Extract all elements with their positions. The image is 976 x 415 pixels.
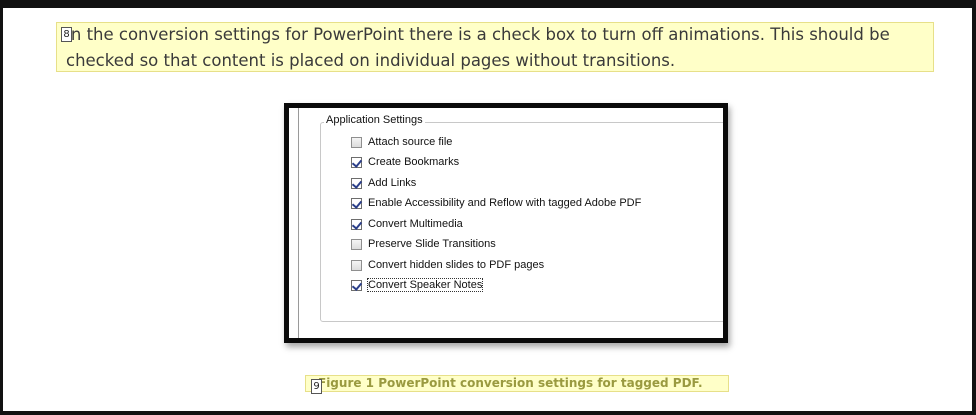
option-label: Add Links [368, 177, 417, 189]
option-attach-source-file[interactable]: Attach source file [351, 134, 452, 150]
option-label: Convert hidden slides to PDF pages [368, 259, 545, 271]
group-title: Application Settings [324, 114, 425, 126]
reading-order-tag[interactable]: 8 [61, 27, 72, 42]
checkbox[interactable] [351, 156, 362, 168]
option-convert-speaker-notes[interactable]: Convert Speaker Notes [351, 277, 484, 293]
checkbox[interactable] [351, 136, 362, 148]
figure-screenshot: Application Settings Attach source file … [284, 103, 728, 343]
checkbox[interactable] [351, 238, 362, 250]
document-paragraph: In the conversion settings for PowerPoin… [66, 25, 890, 70]
reading-order-tag[interactable]: 9 [311, 379, 322, 394]
option-label: Preserve Slide Transitions [368, 238, 496, 250]
option-add-links[interactable]: Add Links [351, 175, 416, 191]
option-convert-hidden-slides[interactable]: Convert hidden slides to PDF pages [351, 257, 544, 273]
option-create-bookmarks[interactable]: Create Bookmarks [351, 154, 459, 170]
option-convert-multimedia[interactable]: Convert Multimedia [351, 216, 463, 232]
checkbox[interactable] [351, 177, 362, 189]
dialog-left-edge [298, 108, 299, 338]
option-label: Attach source file [368, 136, 453, 148]
option-label: Convert Multimedia [368, 218, 463, 230]
dialog-left-edge-highlight [300, 108, 301, 338]
option-label: Create Bookmarks [368, 156, 460, 168]
checkbox[interactable] [351, 259, 362, 271]
checkbox[interactable] [351, 279, 362, 291]
checkbox[interactable] [351, 197, 362, 209]
option-preserve-slide-transitions[interactable]: Preserve Slide Transitions [351, 236, 496, 252]
option-enable-accessibility[interactable]: Enable Accessibility and Reflow with tag… [351, 195, 641, 211]
figure-caption: Figure 1 PowerPoint conversion settings … [318, 376, 703, 390]
option-label: Convert Speaker Notes [366, 278, 484, 292]
option-label: Enable Accessibility and Reflow with tag… [368, 197, 642, 209]
checkbox[interactable] [351, 218, 362, 230]
